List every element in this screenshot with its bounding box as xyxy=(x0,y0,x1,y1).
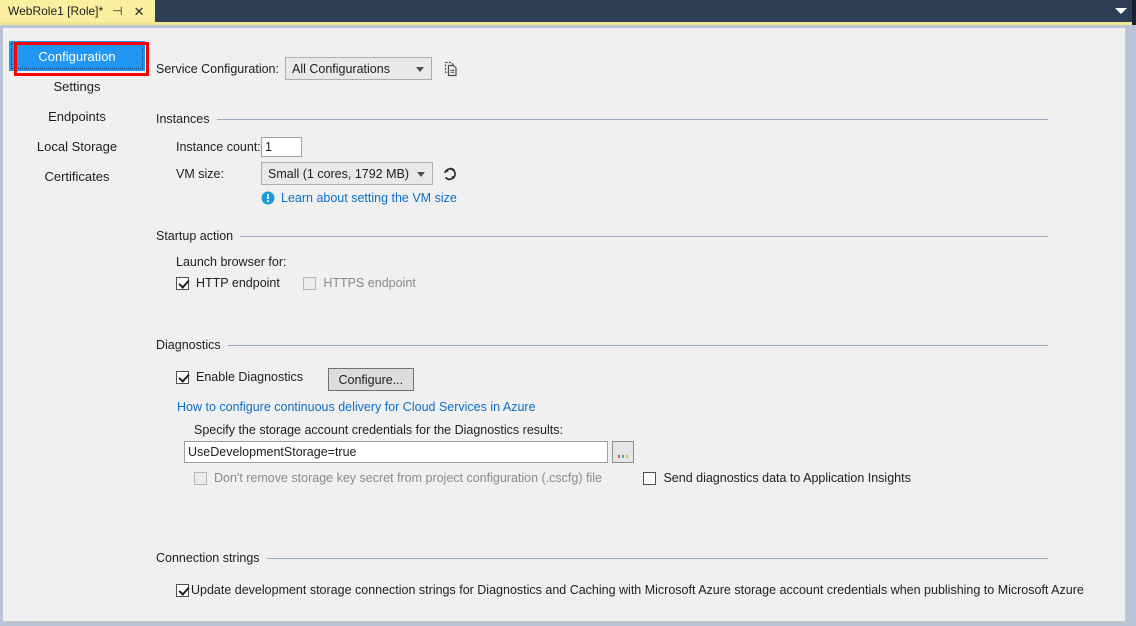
chevron-down-icon[interactable] xyxy=(1114,5,1128,17)
service-configuration-label: Service Configuration: xyxy=(156,62,279,76)
checkbox-label: HTTP endpoint xyxy=(196,276,280,290)
designer-surface: Configuration Settings Endpoints Local S… xyxy=(3,28,1126,622)
learn-vm-size-link[interactable]: Learn about setting the VM size xyxy=(281,191,457,205)
startup-action-group-header: Startup action xyxy=(156,229,1048,243)
diagnostics-group: Diagnostics Enable Diagnostics Configure… xyxy=(156,338,1048,488)
designer-frame: Configuration Settings Endpoints Local S… xyxy=(0,25,1136,626)
group-separator xyxy=(267,558,1048,559)
connection-strings-group: Connection strings Update development st… xyxy=(156,551,1048,600)
pin-icon[interactable]: ⊣ xyxy=(111,4,123,18)
checkbox-box xyxy=(176,371,189,384)
startup-action-group: Startup action Launch browser for: HTTP … xyxy=(156,229,1048,293)
startup-action-group-label: Startup action xyxy=(156,229,233,243)
role-designer-sidebar: Configuration Settings Endpoints Local S… xyxy=(3,28,151,621)
instance-count-label: Instance count: xyxy=(176,140,261,154)
vm-size-value: Small (1 cores, 1792 MB) xyxy=(268,167,409,181)
vm-size-label: VM size: xyxy=(176,167,261,181)
checkbox-label: Send diagnostics data to Application Ins… xyxy=(663,471,910,485)
instance-count-input[interactable] xyxy=(261,137,302,157)
checkbox-box xyxy=(194,472,207,485)
close-icon[interactable]: ✕ xyxy=(132,5,147,18)
service-configuration-row: Service Configuration: All Configuration… xyxy=(156,57,460,80)
launch-browser-label: Launch browser for: xyxy=(176,255,1048,269)
tab-label: WebRole1 [Role]* xyxy=(8,0,103,22)
sidebar-item-label: Local Storage xyxy=(37,139,117,154)
checkbox-label: Don't remove storage key secret from pro… xyxy=(214,471,602,485)
storage-credentials-input[interactable] xyxy=(184,441,608,463)
sidebar-item-certificates[interactable]: Certificates xyxy=(9,161,145,191)
refresh-icon[interactable] xyxy=(442,166,458,182)
sidebar-item-configuration[interactable]: Configuration xyxy=(9,41,145,71)
diagnostics-group-header: Diagnostics xyxy=(156,338,1048,352)
group-separator xyxy=(217,119,1048,120)
instances-group-header: Instances xyxy=(156,112,1048,126)
configuration-pane: Service Configuration: All Configuration… xyxy=(151,28,1125,621)
checkbox-update-connection-strings[interactable]: Update development storage connection st… xyxy=(176,583,1084,597)
storage-credentials-label: Specify the storage account credentials … xyxy=(194,423,1048,437)
sidebar-item-label: Configuration xyxy=(38,49,115,64)
checkbox-box xyxy=(176,277,189,290)
diagnostics-group-label: Diagnostics xyxy=(156,338,221,352)
checkbox-label: Enable Diagnostics xyxy=(196,370,303,384)
connection-strings-group-header: Connection strings xyxy=(156,551,1048,565)
checkbox-http-endpoint[interactable]: HTTP endpoint xyxy=(176,276,280,290)
service-configuration-value: All Configurations xyxy=(292,62,390,76)
tab-strip: WebRole1 [Role]* ⊣ ✕ xyxy=(0,0,1136,22)
group-separator xyxy=(240,236,1048,237)
checkbox-label: HTTPS endpoint xyxy=(323,276,415,290)
storage-credentials-row xyxy=(184,441,1048,463)
sidebar-item-label: Settings xyxy=(54,79,101,94)
chevron-down-icon xyxy=(416,67,424,72)
instances-group-label: Instances xyxy=(156,112,210,126)
checkbox-application-insights[interactable]: Send diagnostics data to Application Ins… xyxy=(643,471,910,485)
instances-group: Instances Instance count: VM size: Small… xyxy=(156,112,1048,205)
chevron-down-icon xyxy=(417,172,425,177)
sidebar-item-settings[interactable]: Settings xyxy=(9,71,145,101)
continuous-delivery-link[interactable]: How to configure continuous delivery for… xyxy=(177,400,536,414)
tab-webrole1[interactable]: WebRole1 [Role]* ⊣ ✕ xyxy=(0,0,155,22)
checkbox-dont-remove-storage-key[interactable]: Don't remove storage key secret from pro… xyxy=(194,471,602,485)
vm-size-help-row: Learn about setting the VM size xyxy=(261,191,1048,205)
vm-size-dropdown[interactable]: Small (1 cores, 1792 MB) xyxy=(261,162,433,185)
service-configuration-dropdown[interactable]: All Configurations xyxy=(285,57,432,80)
checkbox-box xyxy=(176,584,189,597)
checkbox-label: Update development storage connection st… xyxy=(191,583,1084,597)
instance-count-row: Instance count: xyxy=(176,137,1048,157)
info-icon xyxy=(261,191,275,205)
checkbox-https-endpoint[interactable]: HTTPS endpoint xyxy=(303,276,415,290)
copy-configuration-icon[interactable] xyxy=(442,60,460,78)
visual-studio-role-designer: WebRole1 [Role]* ⊣ ✕ Configuration Setti… xyxy=(0,0,1136,626)
sidebar-item-local-storage[interactable]: Local Storage xyxy=(9,131,145,161)
checkbox-box xyxy=(303,277,316,290)
checkbox-box xyxy=(643,472,656,485)
configure-button[interactable]: Configure... xyxy=(328,368,415,391)
checkbox-enable-diagnostics[interactable]: Enable Diagnostics xyxy=(176,370,303,384)
sidebar-item-label: Endpoints xyxy=(48,109,106,124)
sidebar-item-endpoints[interactable]: Endpoints xyxy=(9,101,145,131)
sidebar-item-label: Certificates xyxy=(44,169,109,184)
browse-storage-button[interactable] xyxy=(612,441,634,463)
group-separator xyxy=(228,345,1048,346)
vm-size-row: VM size: Small (1 cores, 1792 MB) xyxy=(176,162,1048,185)
connection-strings-group-label: Connection strings xyxy=(156,551,260,565)
